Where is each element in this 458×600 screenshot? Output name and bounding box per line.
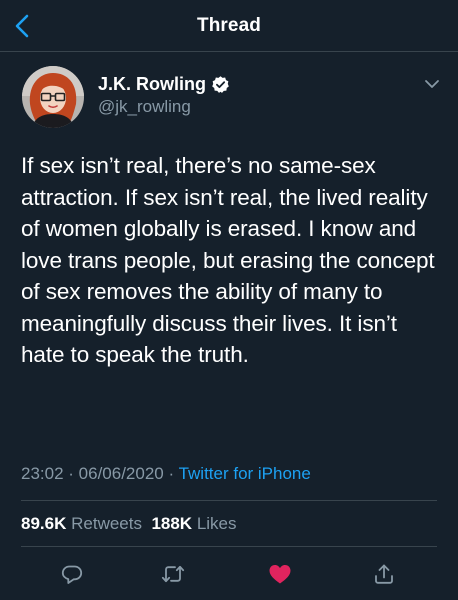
chevron-down-icon (425, 80, 439, 88)
retweet-icon (161, 565, 185, 583)
retweets-count: 89.6K (21, 514, 67, 533)
tweet-time: 23:02 (21, 464, 64, 483)
tweet-actions (0, 560, 458, 590)
likes-label: Likes (196, 514, 237, 533)
retweets-label: Retweets (71, 514, 142, 533)
page-title: Thread (197, 15, 261, 36)
retweet-button[interactable] (159, 560, 187, 588)
author-handle[interactable]: @jk_rowling (98, 97, 191, 117)
divider (21, 546, 437, 547)
likes-stat[interactable]: 188K Likes (151, 514, 236, 533)
tweet-date: 06/06/2020 (78, 464, 164, 483)
share-button[interactable] (370, 560, 398, 588)
likes-count: 188K (151, 514, 193, 533)
avatar[interactable] (22, 66, 84, 128)
divider (21, 500, 437, 501)
verified-badge-icon (212, 75, 229, 93)
reply-button[interactable] (58, 560, 86, 588)
share-icon (375, 564, 393, 584)
tweet-stats: 89.6K Retweets 188K Likes (21, 514, 237, 534)
tweet-text: If sex isn’t real, there’s no same-sex a… (21, 153, 435, 367)
heart-icon (269, 565, 291, 584)
thread-header: Thread (0, 0, 458, 52)
reply-icon (61, 565, 83, 584)
meta-separator: · (163, 464, 179, 483)
tweet-source-link[interactable]: Twitter for iPhone (179, 464, 311, 483)
retweets-stat[interactable]: 89.6K Retweets (21, 514, 142, 533)
avatar-image (22, 66, 84, 128)
more-options-button[interactable] (424, 77, 440, 89)
tweet-meta: 23:02 · 06/06/2020 · Twitter for iPhone (21, 464, 311, 484)
author-row: J.K. Rowling (98, 72, 230, 96)
meta-separator: · (63, 464, 79, 483)
like-button[interactable] (266, 560, 294, 588)
author-name[interactable]: J.K. Rowling (98, 74, 206, 95)
